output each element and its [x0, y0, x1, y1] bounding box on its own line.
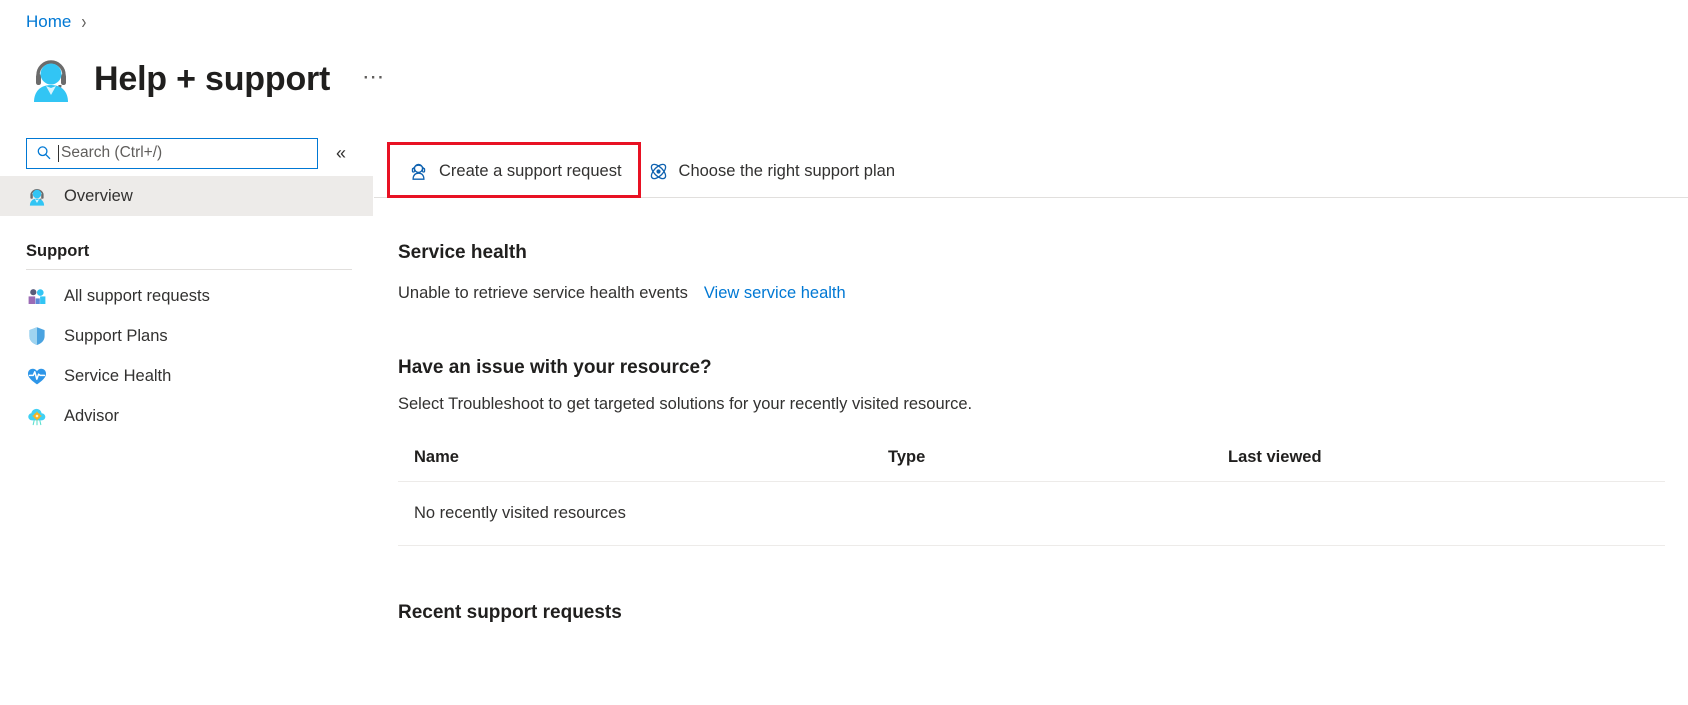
table-row: No recently visited resources	[398, 481, 1665, 546]
heart-pulse-icon	[26, 365, 48, 387]
command-bar: Create a support request Choose the righ…	[374, 145, 1688, 197]
sidebar-item-service-health[interactable]: Service Health	[0, 356, 374, 396]
search-box[interactable]	[26, 137, 318, 169]
more-options-button[interactable]: ⋯	[362, 64, 385, 90]
table-cell-type	[872, 481, 1212, 546]
service-health-status-text: Unable to retrieve service health events	[398, 284, 688, 302]
support-agent-icon	[24, 52, 78, 106]
breadcrumb: Home ›	[26, 10, 87, 34]
column-header-last-viewed[interactable]: Last viewed	[1212, 444, 1665, 482]
sidebar-item-label: All support requests	[64, 286, 210, 305]
table-cell-last-viewed	[1212, 481, 1665, 546]
support-agent-icon	[26, 185, 48, 207]
resource-issue-subtext: Select Troubleshoot to get targeted solu…	[398, 395, 973, 413]
page-title: Help + support	[94, 59, 331, 98]
sidebar-item-label: Advisor	[64, 406, 120, 425]
choose-support-plan-button[interactable]: Choose the right support plan	[638, 149, 905, 193]
main-content: Service health Unable to retrieve servic…	[374, 198, 1688, 705]
shield-icon	[26, 325, 48, 347]
column-header-name[interactable]: Name	[398, 444, 872, 482]
breadcrumb-home-link[interactable]: Home	[26, 12, 71, 32]
search-icon	[36, 145, 52, 161]
atom-icon	[648, 161, 669, 182]
create-support-request-icon	[408, 161, 429, 182]
column-header-type[interactable]: Type	[872, 444, 1212, 482]
resource-issue-heading: Have an issue with your resource?	[398, 357, 712, 378]
sidebar-item-label: Overview	[64, 186, 133, 205]
sidebar-search-row: «	[0, 130, 374, 176]
table-header-row: Name Type Last viewed	[398, 444, 1665, 482]
search-input[interactable]	[59, 138, 317, 168]
view-service-health-link[interactable]: View service health	[704, 284, 846, 303]
table-cell-name: No recently visited resources	[398, 481, 872, 546]
create-support-request-button[interactable]: Create a support request	[398, 149, 632, 193]
sidebar-item-overview[interactable]: Overview	[0, 176, 374, 216]
sidebar-group-title: Support	[26, 242, 90, 260]
sidebar-divider	[26, 269, 352, 270]
sidebar: « Overview Support	[0, 130, 374, 705]
cloud-gear-icon	[26, 405, 48, 427]
sidebar-item-all-support-requests[interactable]: All support requests	[0, 276, 374, 316]
people-requests-icon	[26, 285, 48, 307]
collapse-sidebar-button[interactable]: «	[336, 144, 346, 162]
chevron-right-icon: ›	[81, 10, 87, 34]
sidebar-item-label: Service Health	[64, 366, 172, 385]
service-health-status-row: Unable to retrieve service health events…	[398, 284, 1664, 303]
recent-support-requests-heading: Recent support requests	[398, 602, 622, 623]
sidebar-item-label: Support Plans	[64, 326, 168, 345]
command-button-label: Choose the right support plan	[678, 161, 896, 180]
recently-visited-resources-table: Name Type Last viewed No recently visite…	[398, 444, 1665, 546]
service-health-heading: Service health	[398, 242, 527, 263]
command-button-label: Create a support request	[439, 161, 622, 180]
page-title-row: Help + support ⋯	[24, 52, 385, 106]
sidebar-item-advisor[interactable]: Advisor	[0, 396, 374, 436]
sidebar-item-support-plans[interactable]: Support Plans	[0, 316, 374, 356]
